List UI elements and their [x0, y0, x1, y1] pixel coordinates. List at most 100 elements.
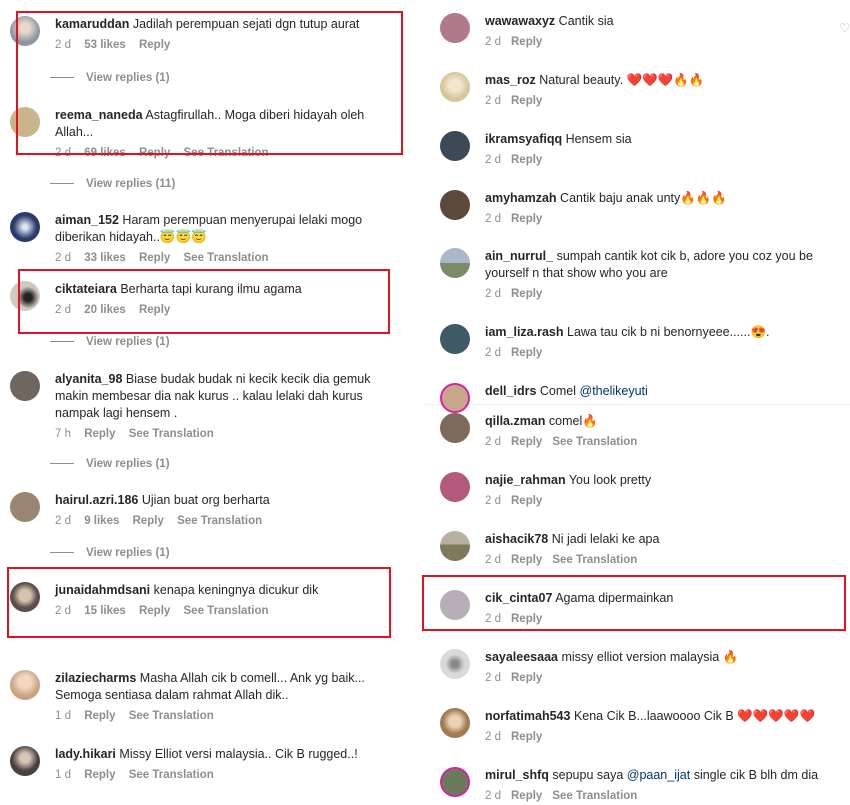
comment-username[interactable]: aishacik78	[485, 532, 548, 546]
mention-link[interactable]: @thelikeyuti	[580, 384, 648, 398]
reply-button[interactable]: Reply	[511, 36, 542, 48]
like-count[interactable]: 33 likes	[84, 252, 126, 264]
view-replies-button[interactable]: View replies (1)	[50, 336, 170, 348]
comment-username[interactable]: sayaleesaaa	[485, 650, 558, 664]
reply-button[interactable]: Reply	[84, 769, 115, 781]
avatar[interactable]	[10, 107, 40, 137]
avatar[interactable]	[10, 670, 40, 700]
avatar[interactable]	[10, 16, 40, 46]
see-translation-button[interactable]: See Translation	[184, 147, 269, 159]
like-count[interactable]: 20 likes	[84, 304, 126, 316]
like-heart-icon[interactable]: ♡	[839, 21, 850, 35]
comment-username[interactable]: junaidahmdsani	[55, 583, 150, 597]
comment-username[interactable]: zilaziecharms	[55, 671, 136, 685]
avatar[interactable]	[10, 582, 40, 612]
reply-button[interactable]: Reply	[511, 731, 542, 743]
reply-button[interactable]: Reply	[511, 288, 542, 300]
avatar[interactable]	[440, 190, 470, 220]
like-count[interactable]: 9 likes	[84, 515, 119, 527]
reply-button[interactable]: Reply	[511, 495, 542, 507]
replies-dash	[50, 77, 74, 79]
reply-button[interactable]: Reply	[133, 515, 164, 527]
avatar[interactable]	[440, 708, 470, 738]
comment-username[interactable]: hairul.azri.186	[55, 493, 138, 507]
avatar[interactable]	[440, 131, 470, 161]
comment-age: 2 d	[485, 554, 501, 566]
comment-username[interactable]: ain_nurrul_	[485, 249, 553, 263]
see-translation-button[interactable]: See Translation	[552, 436, 637, 448]
comment-text: Cantik sia	[558, 14, 614, 28]
reply-button[interactable]: Reply	[139, 39, 170, 51]
comment-username[interactable]: ciktateiara	[55, 282, 117, 296]
comment-username[interactable]: qilla.zman	[485, 414, 545, 428]
like-count[interactable]: 15 likes	[84, 605, 126, 617]
reply-button[interactable]: Reply	[139, 304, 170, 316]
like-count[interactable]: 53 likes	[84, 39, 126, 51]
see-translation-button[interactable]: See Translation	[177, 515, 262, 527]
comment-username[interactable]: alyanita_98	[55, 372, 122, 386]
view-replies-button[interactable]: View replies (1)	[50, 458, 170, 470]
see-translation-button[interactable]: See Translation	[129, 769, 214, 781]
avatar[interactable]	[10, 746, 40, 776]
comment-username[interactable]: reema_naneda	[55, 108, 143, 122]
comment-username[interactable]: amyhamzah	[485, 191, 557, 205]
avatar[interactable]	[10, 212, 40, 242]
avatar[interactable]	[440, 72, 470, 102]
see-translation-button[interactable]: See Translation	[184, 605, 269, 617]
avatar[interactable]	[440, 413, 470, 443]
view-replies-button[interactable]: View replies (1)	[50, 547, 170, 559]
see-translation-button[interactable]: See Translation	[184, 252, 269, 264]
comment-username[interactable]: dell_idrs	[485, 384, 536, 398]
avatar[interactable]	[10, 371, 40, 401]
reply-button[interactable]: Reply	[511, 154, 542, 166]
view-replies-label: View replies (1)	[86, 547, 170, 559]
comment-username[interactable]: ikramsyafiqq	[485, 132, 562, 146]
comment-text: Ni jadi lelaki ke apa	[551, 532, 660, 546]
avatar[interactable]	[440, 324, 470, 354]
view-replies-button[interactable]: View replies (11)	[50, 178, 175, 190]
like-count[interactable]: 69 likes	[84, 147, 126, 159]
avatar[interactable]	[440, 590, 470, 620]
comment-username[interactable]: cik_cinta07	[485, 591, 552, 605]
reply-button[interactable]: Reply	[84, 710, 115, 722]
reply-button[interactable]: Reply	[511, 213, 542, 225]
reply-button[interactable]: Reply	[511, 672, 542, 684]
comment-username[interactable]: aiman_152	[55, 213, 119, 227]
avatar[interactable]	[440, 13, 470, 43]
comment-username[interactable]: iam_liza.rash	[485, 325, 564, 339]
reply-button[interactable]: Reply	[139, 605, 170, 617]
comment-username[interactable]: najie_rahman	[485, 473, 566, 487]
avatar[interactable]	[440, 383, 470, 413]
view-replies-button[interactable]: View replies (1)	[50, 72, 170, 84]
reply-button[interactable]: Reply	[511, 347, 542, 359]
avatar[interactable]	[440, 649, 470, 679]
see-translation-button[interactable]: See Translation	[129, 428, 214, 440]
avatar[interactable]	[10, 492, 40, 522]
reply-button[interactable]: Reply	[511, 613, 542, 625]
comment-username[interactable]: mirul_shfq	[485, 768, 549, 782]
reply-button[interactable]: Reply	[511, 95, 542, 107]
comment-username[interactable]: kamaruddan	[55, 17, 129, 31]
reply-button[interactable]: Reply	[511, 790, 542, 802]
comment-username[interactable]: lady.hikari	[55, 747, 116, 761]
reply-button[interactable]: Reply	[511, 554, 542, 566]
comment-text: missy elliot version malaysia 🔥	[561, 650, 739, 664]
reply-button[interactable]: Reply	[139, 147, 170, 159]
comment-username[interactable]: norfatimah543	[485, 709, 570, 723]
avatar[interactable]	[440, 531, 470, 561]
see-translation-button[interactable]: See Translation	[129, 710, 214, 722]
avatar[interactable]	[10, 281, 40, 311]
see-translation-button[interactable]: See Translation	[552, 790, 637, 802]
comment-username[interactable]: wawawaxyz	[485, 14, 555, 28]
comment-username[interactable]: mas_roz	[485, 73, 536, 87]
avatar[interactable]	[440, 767, 470, 797]
comment-text: Agama dipermainkan	[555, 591, 674, 605]
see-translation-button[interactable]: See Translation	[552, 554, 637, 566]
reply-button[interactable]: Reply	[84, 428, 115, 440]
avatar[interactable]	[440, 248, 470, 278]
reply-button[interactable]: Reply	[511, 436, 542, 448]
avatar[interactable]	[440, 472, 470, 502]
mention-link[interactable]: @paan_ijat	[627, 768, 690, 782]
comment-text: Natural beauty. ❤️❤️❤️🔥🔥	[539, 73, 705, 87]
reply-button[interactable]: Reply	[139, 252, 170, 264]
